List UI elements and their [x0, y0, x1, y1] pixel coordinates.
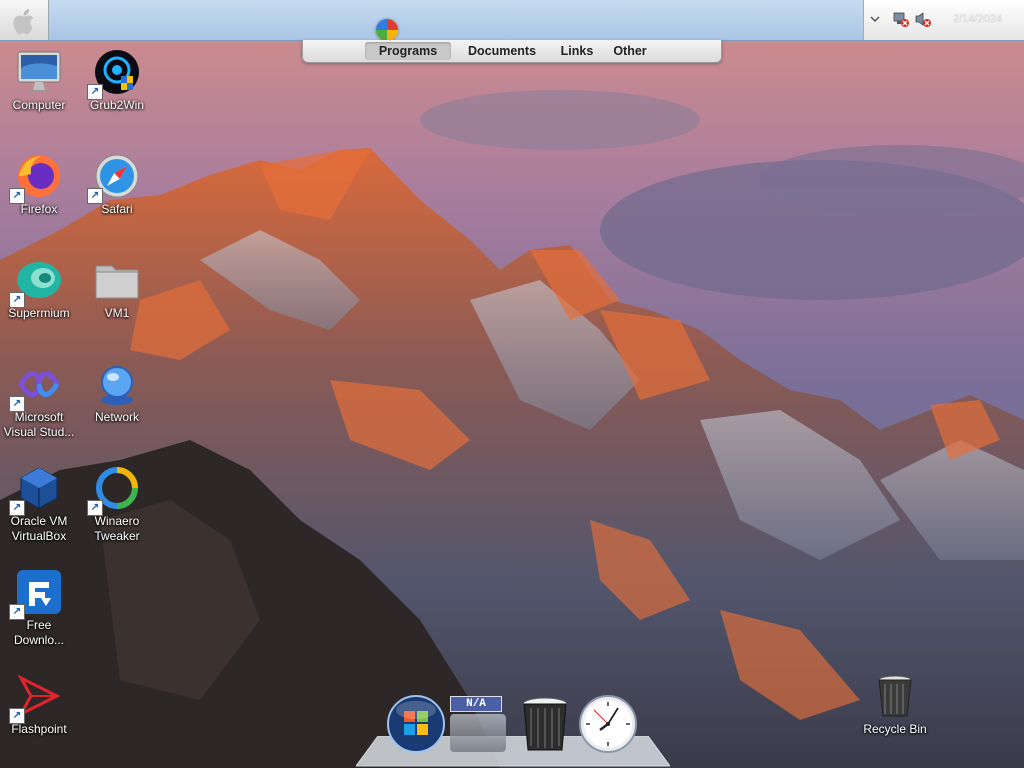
- dock-clock[interactable]: [578, 694, 638, 759]
- free-download-manager-icon: ↗: [9, 568, 63, 620]
- shortcut-arrow-icon: ↗: [9, 604, 25, 620]
- desktop-icon-label: Flashpoint: [11, 722, 67, 736]
- apple-menu-button[interactable]: [0, 0, 49, 40]
- virtualbox-icon: ↗: [9, 464, 63, 516]
- desktop-icon-free-download-manager[interactable]: ↗ Free Downlo...: [0, 568, 78, 648]
- desktop-icon-label: Oracle VM VirtualBox: [10, 514, 68, 543]
- desktop-icon-label: Safari: [101, 202, 133, 216]
- volume-muted-icon[interactable]: [914, 10, 932, 31]
- stack-icon: [450, 714, 506, 752]
- tray-expand-chevron-icon[interactable]: [870, 10, 880, 31]
- system-tray: 2/14/2024: [863, 0, 1024, 40]
- desktop-icon-label: Firefox: [20, 202, 58, 216]
- desktop-icon-grub2win[interactable]: ↗ Grub2Win: [78, 48, 156, 113]
- folder-icon: [93, 256, 141, 304]
- desktop-icon-label: Recycle Bin: [863, 722, 927, 736]
- trash-icon: [522, 697, 568, 751]
- shortcut-arrow-icon: ↗: [9, 500, 25, 516]
- desktop-icon-recycle-bin[interactable]: Recycle Bin: [856, 672, 934, 737]
- desktop-icon-label: Free Downlo...: [13, 618, 65, 647]
- desktop-icon-visual-studio[interactable]: ↗ Microsoft Visual Stud...: [0, 360, 78, 440]
- monitor-icon: [15, 48, 63, 96]
- tab-links[interactable]: Links: [553, 42, 601, 60]
- supermium-icon: ↗: [9, 256, 63, 308]
- desktop-icon-virtualbox[interactable]: ↗ Oracle VM VirtualBox: [0, 464, 78, 544]
- tab-programs[interactable]: Programs: [365, 42, 451, 60]
- grub2win-icon: ↗: [87, 48, 141, 100]
- launcher-tabs-bar: Programs Documents Links Other: [302, 40, 722, 63]
- desktop-icon-computer[interactable]: Computer: [0, 48, 78, 113]
- desktop-icon-label: Grub2Win: [89, 98, 145, 112]
- apple-logo-icon: [13, 9, 34, 35]
- desktop-icon-supermium[interactable]: ↗ Supermium: [0, 256, 78, 321]
- desktop-icon-firefox[interactable]: ↗ Firefox: [0, 152, 78, 217]
- desktop-icon-label: Supermium: [8, 306, 70, 320]
- shortcut-arrow-icon: ↗: [87, 188, 103, 204]
- desktop-icon-safari[interactable]: ↗ Safari: [78, 152, 156, 217]
- desktop-icon-flashpoint[interactable]: ↗ Flashpoint: [0, 672, 78, 737]
- desktop-icon-network[interactable]: Network: [78, 360, 156, 425]
- flashpoint-icon: ↗: [9, 672, 63, 724]
- firefox-icon: ↗: [9, 152, 63, 204]
- visual-studio-icon: ↗: [9, 360, 63, 412]
- shortcut-arrow-icon: ↗: [9, 396, 25, 412]
- dock-start-orb[interactable]: [386, 694, 446, 759]
- desktop-icon-label: Winaero Tweaker: [94, 514, 140, 543]
- clock-icon: [579, 695, 637, 753]
- desktop-icon-label: VM1: [104, 306, 130, 320]
- desktop-icon-winaero-tweaker[interactable]: ↗ Winaero Tweaker: [78, 464, 156, 544]
- recycle-bin-icon: [871, 672, 919, 720]
- shortcut-arrow-icon: ↗: [9, 708, 25, 724]
- network-icon: [93, 360, 141, 408]
- dock-trash[interactable]: [520, 696, 570, 759]
- desktop-icon-label: Microsoft Visual Stud...: [3, 410, 75, 439]
- shortcut-arrow-icon: ↗: [9, 292, 25, 308]
- safari-icon: ↗: [87, 152, 141, 204]
- shortcut-arrow-icon: ↗: [9, 188, 25, 204]
- desktop-icon-label: Computer: [12, 98, 66, 112]
- desktop-icon-label: Network: [94, 410, 139, 424]
- dock-stack[interactable]: N/A: [450, 696, 506, 752]
- winaero-icon: ↗: [87, 464, 141, 516]
- launcher-orb-icon[interactable]: [376, 19, 398, 41]
- tray-clock[interactable]: 2/14/2024: [953, 13, 1002, 25]
- shortcut-arrow-icon: ↗: [87, 500, 103, 516]
- network-disconnected-icon[interactable]: [892, 10, 910, 31]
- start-orb-icon: [387, 695, 445, 753]
- desktop-icon-vm1[interactable]: VM1: [78, 256, 156, 321]
- tab-other[interactable]: Other: [607, 42, 653, 60]
- shortcut-arrow-icon: ↗: [87, 84, 103, 100]
- status-badge: N/A: [450, 696, 502, 712]
- tab-documents[interactable]: Documents: [461, 42, 543, 60]
- top-menu-bar: 2/14/2024: [0, 0, 1024, 41]
